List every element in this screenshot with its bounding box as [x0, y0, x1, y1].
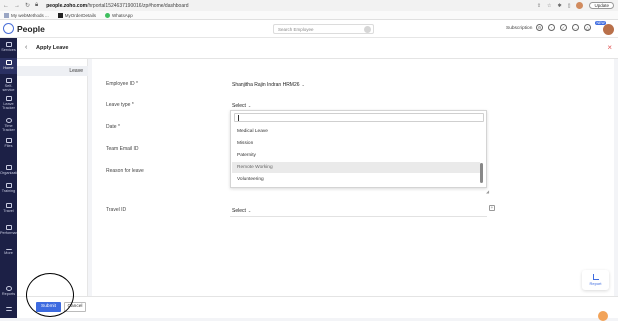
sidebar-item-reports[interactable]: Reports	[0, 286, 17, 296]
sidebar-collapse-button[interactable]	[0, 307, 17, 312]
sidebar-item-performance[interactable]: Performance	[0, 225, 22, 235]
user-icon[interactable]: ◦	[548, 24, 555, 31]
url-text[interactable]: people.zoho.com/hrportal1524637190016/zp…	[46, 3, 188, 9]
person-icon	[5, 78, 12, 83]
forward-arrow-icon[interactable]: →	[14, 3, 20, 9]
people-logo-icon	[3, 23, 14, 34]
search-icon[interactable]	[364, 26, 371, 33]
sidebar-item-self-service[interactable]: Self-service	[0, 78, 17, 92]
travel-id-underline	[230, 216, 487, 217]
section-nav-item-leave[interactable]: Leave	[17, 66, 88, 76]
clock-icon	[5, 118, 12, 123]
lock-icon: 🔒︎	[35, 2, 39, 8]
employee-id-label: Employee ID *	[106, 81, 138, 87]
dropdown-option-medical-leave[interactable]: Medical Leave	[232, 126, 480, 137]
travel-id-label: Travel ID	[106, 207, 127, 213]
dropdown-scrollbar[interactable]	[480, 163, 483, 183]
employee-id-select[interactable]: Shanjitha Rajin Indran HRM26 ⌄	[232, 82, 305, 88]
bookmark-webmethods[interactable]: My webMethods ...	[4, 12, 49, 18]
dropdown-option-mission[interactable]: Mission	[232, 138, 480, 149]
app-name: People	[17, 23, 45, 34]
sidebar-item-time-tracker[interactable]: Time Tracker	[0, 118, 17, 132]
reason-label: Reason for leave	[106, 168, 144, 174]
trophy-icon	[5, 225, 12, 230]
user-avatar[interactable]	[603, 24, 614, 35]
travel-id-value: Select	[232, 208, 246, 214]
settings-icon[interactable]: ⚙	[536, 24, 543, 31]
reload-icon[interactable]: ↻	[25, 2, 30, 9]
folder-icon	[5, 138, 12, 143]
sidebar-item-home[interactable]: Home	[0, 58, 17, 74]
employee-id-value: Shanjitha Rajin Indran HRM26	[232, 82, 300, 88]
home-icon	[5, 60, 12, 65]
sidebar-item-training[interactable]: Training	[0, 183, 17, 193]
training-icon	[5, 183, 12, 188]
close-icon[interactable]: ×	[607, 43, 612, 52]
team-email-label: Team Email ID	[106, 146, 139, 152]
notification-bell-icon[interactable]: △	[584, 24, 591, 31]
browser-address-bar: ← → ↻ 🔒︎ people.zoho.com/hrportal1524637…	[0, 0, 618, 11]
sidebar-item-files[interactable]: Files	[0, 138, 17, 148]
date-label: Date *	[106, 124, 120, 130]
page-title-bar: ‹ Apply Leave ×	[17, 38, 618, 59]
sidebar-item-leave-tracker[interactable]: Leave Tracker	[0, 96, 17, 110]
organization-icon	[5, 165, 12, 170]
leave-type-value: Select	[232, 103, 246, 109]
main-sidebar: Services Home Self-service Leave Tracker…	[0, 38, 22, 318]
app-header: People Search Employee Subscription ⚙ ◦ …	[0, 20, 618, 38]
travel-id-select[interactable]: Select ⌄	[232, 208, 251, 214]
page-icon	[57, 12, 63, 18]
bookmark-orderdetails[interactable]: MyOrderDetails	[57, 12, 96, 18]
sidebar-item-services[interactable]: Services	[0, 42, 17, 52]
leave-type-label: Leave type *	[106, 102, 134, 108]
annotation-circle	[26, 273, 74, 317]
chevron-down-icon: ⌄	[301, 82, 305, 87]
report-label: Report	[589, 281, 602, 286]
chart-icon	[592, 274, 599, 280]
textarea-resize-handle[interactable]: ◢	[486, 189, 489, 194]
sidebar-toggle-icon[interactable]: ▯	[568, 3, 571, 9]
sidebar-item-organization[interactable]: Organization	[0, 165, 22, 175]
search-placeholder: Search Employee	[278, 27, 314, 32]
globe-icon	[4, 12, 9, 18]
dropdown-option-volunteering[interactable]: Volunteering	[232, 174, 480, 185]
chevron-down-icon: ⌄	[247, 103, 252, 108]
back-arrow-icon[interactable]: ←	[3, 3, 9, 9]
help-bubble-icon[interactable]	[598, 311, 608, 321]
bookmarks-bar: My webMethods ... MyOrderDetails WhatsAp…	[0, 11, 618, 20]
search-employee-input[interactable]: Search Employee	[273, 24, 374, 34]
back-chevron-icon[interactable]: ‹	[25, 44, 27, 51]
hamburger-icon	[5, 307, 12, 311]
more-dots-icon	[5, 247, 12, 250]
browser-profile-avatar[interactable]	[576, 2, 584, 9]
subscription-link[interactable]: Subscription	[506, 26, 532, 31]
add-travel-icon[interactable]: +	[489, 205, 495, 211]
page-title: Apply Leave	[36, 45, 69, 51]
sidebar-item-more[interactable]: More	[0, 247, 17, 255]
calendar-icon	[5, 96, 12, 101]
leave-type-dropdown: Medical Leave Mission Paternity Remote W…	[230, 110, 487, 188]
bookmark-whatsapp[interactable]: WhatsApp	[105, 12, 133, 18]
share-icon[interactable]: ⇪	[537, 3, 541, 9]
chevron-down-icon: ⌄	[247, 208, 252, 213]
plane-icon	[5, 203, 12, 208]
check-icon[interactable]: ✓	[560, 24, 567, 31]
whatsapp-icon	[105, 12, 111, 18]
form-section-nav: Leave	[17, 59, 88, 296]
chat-icon[interactable]: …	[572, 24, 579, 31]
dropdown-option-remote-working[interactable]: Remote Working	[232, 162, 480, 173]
extensions-icon[interactable]: ✱	[558, 3, 562, 9]
text-caret	[238, 115, 239, 121]
app-logo[interactable]: People	[3, 23, 45, 34]
sidebar-item-travel[interactable]: Travel	[0, 203, 17, 213]
browser-update-button[interactable]: Update	[589, 2, 614, 9]
dropdown-option-paternity[interactable]: Paternity	[232, 150, 480, 161]
reports-icon	[5, 286, 12, 291]
dropdown-search-input[interactable]	[234, 113, 484, 122]
leave-type-select[interactable]: Select ⌄	[232, 103, 251, 109]
bookmark-star-icon[interactable]: ☆	[547, 3, 551, 9]
report-widget[interactable]: Report	[582, 270, 609, 290]
services-icon	[5, 42, 12, 47]
form-action-bar	[17, 296, 618, 318]
